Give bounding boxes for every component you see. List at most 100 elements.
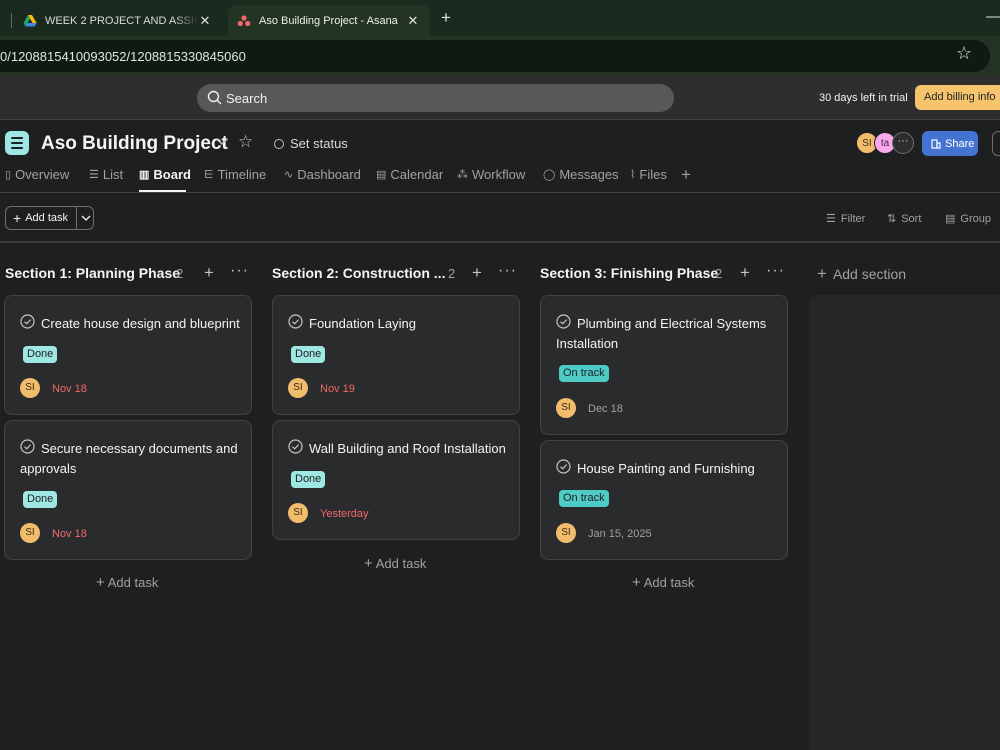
- tab-workflow[interactable]: ⁂ Workflow: [457, 167, 525, 182]
- tab-dashboard[interactable]: ∿ Dashboard: [284, 167, 361, 182]
- due-date[interactable]: Nov 18: [52, 528, 87, 540]
- add-task-main[interactable]: + Add task: [6, 207, 76, 229]
- due-date[interactable]: Nov 18: [52, 383, 87, 395]
- tab-timeline[interactable]: ⋿ Timeline: [204, 167, 266, 182]
- status-badge: Done: [291, 471, 326, 488]
- set-status-button[interactable]: Set status: [274, 136, 348, 151]
- avatar[interactable]: SI: [288, 378, 308, 398]
- plus-icon: +: [13, 210, 22, 226]
- trial-notice: 30 days left in trial: [819, 92, 908, 104]
- task-title[interactable]: Foundation Laying: [288, 314, 510, 334]
- url-text[interactable]: 0/1208815410093052/1208815330845060: [0, 49, 246, 64]
- status-badge: Done: [23, 491, 58, 508]
- tab-messages[interactable]: ◯ Messages: [543, 167, 619, 182]
- section-title[interactable]: Section 3: Finishing Phase: [540, 265, 718, 281]
- add-task-label: Add task: [375, 556, 427, 571]
- tab-title: WEEK 2 PROJECT AND ASSIGNMENT: [45, 14, 198, 27]
- status-badge: Done: [23, 346, 58, 363]
- section-title[interactable]: Section 2: Construction ...: [272, 265, 445, 281]
- task-title[interactable]: House Painting and Furnishing: [556, 459, 778, 479]
- group-icon: ▤: [945, 213, 956, 225]
- favorite-star-icon[interactable]: ☆: [238, 132, 253, 152]
- sort-icon: ⇅: [887, 213, 897, 225]
- tab-files[interactable]: ⌇ Files: [630, 167, 667, 182]
- browser-tab-week2[interactable]: WEEK 2 PROJECT AND ASSIGNMENT ✕: [11, 5, 222, 36]
- due-date[interactable]: Yesterday: [320, 508, 369, 520]
- more-members-icon[interactable]: ···: [892, 132, 914, 154]
- task-title[interactable]: Wall Building and Roof Installation: [288, 439, 510, 459]
- section-title[interactable]: Section 1: Planning Phase: [5, 265, 180, 281]
- browser-tab-asana[interactable]: Aso Building Project - Asana ✕: [228, 5, 430, 36]
- task-title[interactable]: Create house design and blueprint: [20, 314, 242, 334]
- close-tab-icon[interactable]: ✕: [198, 13, 212, 29]
- chevron-down-icon[interactable]: [215, 137, 229, 147]
- project-title[interactable]: Aso Building Project: [41, 133, 228, 155]
- new-tab-icon[interactable]: +: [441, 8, 451, 28]
- avatar[interactable]: SI: [20, 523, 40, 543]
- search-input[interactable]: Search: [197, 84, 674, 112]
- share-label: Share: [945, 137, 975, 150]
- messages-icon: ◯: [543, 169, 556, 181]
- minimize-window-icon[interactable]: —: [986, 8, 1000, 25]
- address-bar[interactable]: 0/1208815410093052/1208815330845060 ☆: [0, 40, 990, 72]
- asana-topbar: Search 30 days left in trial Add billing…: [0, 76, 1000, 120]
- add-section-label: Add section: [832, 266, 907, 282]
- add-billing-info-button[interactable]: Add billing info: [915, 85, 1000, 110]
- plus-icon: +: [632, 574, 641, 591]
- customize-button[interactable]: [992, 131, 1000, 156]
- add-task-button[interactable]: + Add task: [5, 206, 94, 230]
- add-task-plus-icon[interactable]: +: [472, 263, 482, 283]
- tab-board[interactable]: ▥ Board: [139, 167, 191, 182]
- task-card[interactable]: House Painting and Furnishing On track S…: [540, 440, 788, 560]
- project-list-icon[interactable]: [5, 131, 29, 155]
- chevron-down-icon[interactable]: [81, 214, 91, 222]
- more-options-icon[interactable]: ···: [498, 262, 517, 280]
- sort-label: Sort: [901, 212, 922, 225]
- task-card[interactable]: Secure necessary documents and approvals…: [4, 420, 252, 560]
- bookmark-star-icon[interactable]: ☆: [956, 43, 972, 64]
- tab-label: Files: [639, 167, 667, 182]
- search-icon: [207, 90, 222, 105]
- share-button[interactable]: Share: [922, 131, 978, 156]
- avatar[interactable]: SI: [556, 398, 576, 418]
- avatar[interactable]: SI: [556, 523, 576, 543]
- list-icon: ☰: [89, 169, 99, 181]
- filter-button[interactable]: ☰ Filter: [826, 212, 865, 226]
- tab-overview[interactable]: ▯ Overview: [5, 167, 69, 182]
- add-section-button[interactable]: + Add section: [817, 264, 906, 284]
- add-tab-icon[interactable]: +: [681, 165, 691, 185]
- task-card[interactable]: Create house design and blueprint Done S…: [4, 295, 252, 415]
- task-card[interactable]: Wall Building and Roof Installation Done…: [272, 420, 520, 540]
- close-tab-icon[interactable]: ✕: [406, 13, 420, 29]
- sort-button[interactable]: ⇅ Sort: [887, 212, 922, 226]
- add-task-link[interactable]: + Add task: [96, 574, 158, 591]
- more-options-icon[interactable]: ···: [766, 262, 785, 280]
- building-icon: [931, 138, 941, 149]
- due-date[interactable]: Jan 15, 2025: [588, 528, 652, 540]
- group-button[interactable]: ▤ Group: [945, 212, 991, 226]
- tab-list[interactable]: ☰ List: [89, 167, 123, 182]
- avatar[interactable]: SI: [288, 503, 308, 523]
- add-task-label: Add task: [107, 575, 159, 590]
- avatar[interactable]: SI: [20, 378, 40, 398]
- add-task-plus-icon[interactable]: +: [204, 263, 214, 283]
- due-date[interactable]: Dec 18: [588, 403, 623, 415]
- browser-tab-bar: WEEK 2 PROJECT AND ASSIGNMENT ✕ Aso Buil…: [0, 0, 1000, 36]
- task-title[interactable]: Secure necessary documents and approvals: [20, 439, 242, 478]
- add-task-label: Add task: [25, 212, 68, 224]
- task-card[interactable]: Plumbing and Electrical Systems Installa…: [540, 295, 788, 435]
- due-date[interactable]: Nov 19: [320, 383, 355, 395]
- button-divider: [76, 207, 77, 229]
- status-circle-icon: [274, 138, 284, 149]
- more-options-icon[interactable]: ···: [230, 262, 249, 280]
- add-task-link[interactable]: + Add task: [632, 574, 694, 591]
- tab-calendar[interactable]: ▤ Calendar: [376, 167, 443, 182]
- add-task-plus-icon[interactable]: +: [740, 263, 750, 283]
- workflow-icon: ⁂: [457, 169, 468, 181]
- task-title[interactable]: Plumbing and Electrical Systems Installa…: [556, 314, 778, 353]
- add-task-link[interactable]: + Add task: [364, 555, 426, 572]
- dashboard-icon: ∿: [284, 169, 294, 181]
- tab-label: List: [102, 167, 124, 182]
- section-count: 2: [176, 266, 184, 281]
- task-card[interactable]: Foundation Laying Done SI Nov 19: [272, 295, 520, 415]
